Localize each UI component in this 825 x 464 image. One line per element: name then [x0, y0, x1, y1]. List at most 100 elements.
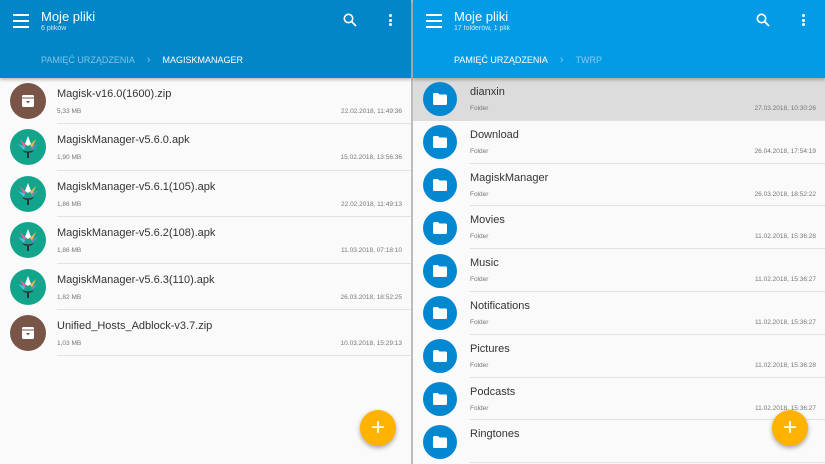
breadcrumb: PAMIĘĆ URZĄDZENIA › MAGISKMANAGER: [41, 54, 243, 66]
file-meta: 1,86 MB: [57, 200, 82, 208]
file-name: MagiskManager-v5.6.3(110).apk: [57, 273, 215, 286]
file-date: 11.02.2018, 15:36:27: [755, 276, 816, 284]
file-date: 26.03.2018, 18:52:25: [340, 293, 402, 301]
breadcrumb-item[interactable]: TWRP: [576, 55, 603, 65]
list-item[interactable]: MagiskManager-v5.6.0.apk 1,90 MB 15.02.2…: [0, 124, 411, 171]
chevron-right-icon: ›: [559, 54, 564, 66]
list-item[interactable]: Podcasts Folder 11.02.2018, 15:36:27: [413, 378, 825, 421]
search-icon[interactable]: [343, 13, 357, 27]
folder-icon: [423, 253, 457, 288]
file-meta: Folder: [470, 361, 489, 369]
menu-icon[interactable]: [13, 14, 29, 28]
file-date: 26.04.2018, 17:54:19: [754, 147, 816, 155]
file-meta: Folder: [470, 105, 489, 112]
list-item[interactable]: Music Folder 11.02.2018, 15:36:27: [413, 249, 825, 292]
more-options-icon[interactable]: [800, 14, 806, 28]
list-item[interactable]: Download Folder 26.04.2018, 17:54:19: [413, 121, 825, 164]
archive-icon: [10, 83, 46, 119]
file-name: MagiskManager-v5.6.2(108).apk: [57, 227, 216, 240]
app-title: Moje pliki: [454, 9, 509, 24]
file-name: Notifications: [470, 299, 530, 312]
file-name: Ringtones: [470, 428, 520, 441]
row-divider: [57, 355, 411, 357]
file-meta: 5,33 MB: [57, 108, 82, 115]
file-meta: Folder: [470, 147, 489, 155]
file-date: 11.02.2018, 15:36:28: [755, 233, 816, 241]
file-meta: Folder: [470, 190, 489, 198]
file-date: 22.02.2018, 11:49:13: [341, 200, 402, 208]
file-name: MagiskManager-v5.6.0.apk: [57, 134, 190, 147]
plus-icon: +: [782, 414, 797, 441]
folder-icon: [423, 210, 457, 245]
file-meta: 1,03 MB: [57, 339, 82, 347]
folder-icon: [423, 296, 457, 331]
search-icon[interactable]: [756, 13, 770, 27]
list-item[interactable]: MagiskManager Folder 26.03.2018, 18:52:2…: [413, 164, 825, 207]
file-date: 22.02.2018, 11:49:36: [341, 108, 402, 115]
left-pane: Moje pliki 6 plików PAMIĘĆ URZĄDZENIA › MA…: [0, 0, 411, 446]
file-date: 11.02.2018, 15:36:28: [755, 361, 816, 369]
folder-icon: [423, 339, 457, 374]
breadcrumb-item[interactable]: MAGISKMANAGER: [163, 55, 244, 65]
breadcrumb: PAMIĘĆ URZĄDZENIA › TWRP: [454, 54, 602, 66]
list-item[interactable]: Notifications Folder 11.02.2018, 15:36:2…: [413, 292, 825, 335]
add-button[interactable]: +: [772, 410, 808, 446]
file-date: 15.02.2018, 13:56:36: [340, 154, 402, 162]
file-list: Magisk-v16.0(1600).zip 5,33 MB 22.02.201…: [0, 78, 411, 357]
file-list: dianxin Folder 27.03.2018, 10:30:26 Down…: [413, 78, 825, 464]
app-bar: Moje pliki 6 plików PAMIĘĆ URZĄDZENIA › MA…: [0, 0, 411, 78]
file-meta: 1,86 MB: [57, 247, 82, 255]
folder-icon: [423, 424, 457, 459]
file-meta: 1,82 MB: [57, 293, 82, 301]
file-name: dianxin: [470, 86, 505, 98]
file-name: Unified_Hosts_Adblock-v3.7.zip: [57, 319, 213, 332]
file-meta: Folder: [470, 276, 489, 284]
file-name: Podcasts: [470, 385, 516, 398]
file-name: Pictures: [470, 342, 510, 355]
app-title: Moje pliki: [41, 9, 96, 24]
breadcrumb-item[interactable]: PAMIĘĆ URZĄDZENIA: [41, 55, 135, 65]
file-date: 11.03.2018, 07:18:10: [341, 247, 402, 255]
file-meta: Folder: [470, 404, 489, 412]
magisk-app-icon: [10, 129, 46, 166]
magisk-app-icon: [10, 222, 46, 259]
file-name: MagiskManager: [470, 171, 549, 184]
item-count: 6 plików: [41, 25, 67, 32]
plus-icon: +: [370, 414, 385, 441]
file-name: MagiskManager-v5.6.1(105).apk: [57, 180, 216, 193]
file-date: 11.02.2018, 15:36:27: [755, 318, 816, 326]
chevron-right-icon: ›: [146, 54, 151, 66]
file-date: 10.03.2018, 15:29:13: [340, 339, 402, 347]
right-pane: Moje pliki 17 folderów, 1 plik PAMIĘĆ UR…: [413, 0, 825, 464]
file-name: Download: [470, 128, 519, 141]
app-bar: Moje pliki 17 folderów, 1 plik PAMIĘĆ UR…: [413, 0, 825, 78]
file-meta: Folder: [470, 233, 489, 241]
list-item[interactable]: Pictures Folder 11.02.2018, 15:36:28: [413, 335, 825, 378]
folder-icon: [423, 381, 457, 416]
file-date: 26.03.2018, 18:52:22: [754, 190, 816, 198]
folder-icon: [423, 167, 457, 202]
row-divider: [470, 462, 825, 464]
list-item[interactable]: MagiskManager-v5.6.1(105).apk 1,86 MB 22…: [0, 171, 411, 218]
folder-icon: [423, 82, 457, 117]
archive-icon: [10, 314, 46, 351]
file-name: Music: [470, 257, 499, 270]
list-item[interactable]: Ringtones: [413, 420, 825, 464]
list-item[interactable]: MagiskManager-v5.6.2(108).apk 1,86 MB 11…: [0, 217, 411, 264]
file-name: Magisk-v16.0(1600).zip: [57, 88, 172, 100]
list-item[interactable]: dianxin Folder 27.03.2018, 10:30:26: [413, 78, 825, 121]
file-meta: 1,90 MB: [57, 154, 82, 162]
menu-icon[interactable]: [426, 14, 442, 28]
more-options-icon[interactable]: [387, 14, 393, 28]
file-date: 27.03.2018, 10:30:26: [754, 105, 816, 112]
breadcrumb-item[interactable]: PAMIĘĆ URZĄDZENIA: [454, 55, 548, 65]
list-item[interactable]: MagiskManager-v5.6.3(110).apk 1,82 MB 26…: [0, 264, 411, 310]
add-button[interactable]: +: [360, 410, 396, 446]
list-item[interactable]: Unified_Hosts_Adblock-v3.7.zip 1,03 MB 1…: [0, 310, 411, 357]
magisk-app-icon: [10, 175, 46, 212]
item-count: 17 folderów, 1 plik: [454, 25, 511, 32]
folder-icon: [423, 125, 457, 160]
list-item[interactable]: Magisk-v16.0(1600).zip 5,33 MB 22.02.201…: [0, 78, 411, 125]
file-name: Movies: [470, 214, 505, 227]
list-item[interactable]: Movies Folder 11.02.2018, 15:36:28: [413, 206, 825, 250]
